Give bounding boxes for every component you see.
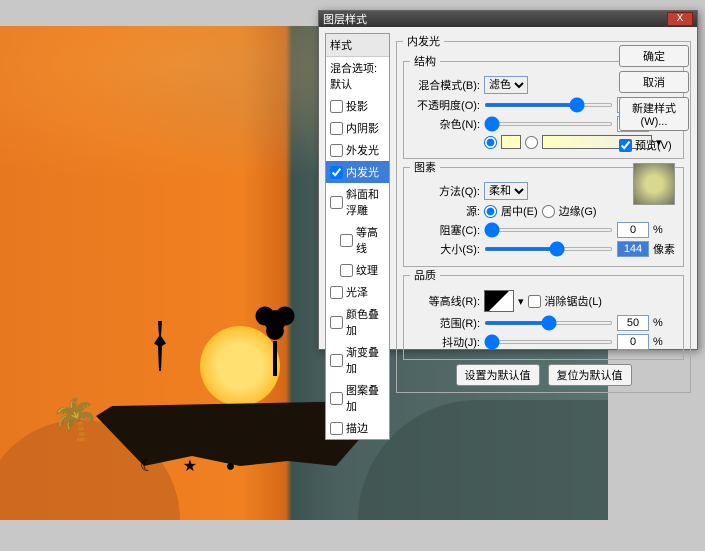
style-item-checkbox[interactable] bbox=[330, 316, 343, 329]
dialog-titlebar[interactable]: 图层样式 X bbox=[319, 11, 697, 27]
style-item-label: 图案叠加 bbox=[346, 382, 385, 414]
preview-checkbox[interactable] bbox=[619, 139, 632, 152]
style-item-label: 描边 bbox=[346, 420, 368, 436]
technique-select[interactable]: 柔和 bbox=[484, 182, 528, 200]
panel-title: 内发光 bbox=[403, 33, 444, 49]
blend-mode-label: 混合模式(B): bbox=[410, 77, 480, 93]
style-item-checkbox[interactable] bbox=[330, 196, 343, 209]
size-unit: 像素 bbox=[653, 241, 677, 257]
make-default-button[interactable]: 设置为默认值 bbox=[456, 364, 540, 386]
style-item-label: 渐变叠加 bbox=[346, 344, 385, 376]
style-item-checkbox[interactable] bbox=[330, 422, 343, 435]
style-item[interactable]: 渐变叠加 bbox=[326, 341, 389, 379]
contour-picker[interactable] bbox=[484, 290, 514, 312]
source-edge-radio[interactable] bbox=[542, 205, 555, 218]
hanging-ornaments: ☾ ★ ● bbox=[140, 456, 247, 476]
antialias-checkbox[interactable] bbox=[528, 295, 541, 308]
style-item[interactable]: 等高线 bbox=[326, 221, 389, 259]
choke-unit: % bbox=[653, 224, 677, 236]
elements-legend: 图素 bbox=[410, 159, 440, 175]
style-item[interactable]: 图案叠加 bbox=[326, 379, 389, 417]
contour-dropdown-icon[interactable]: ▾ bbox=[518, 295, 524, 308]
jitter-label: 抖动(J): bbox=[410, 334, 480, 350]
preview-checkbox-row[interactable]: 预览(V) bbox=[619, 137, 689, 153]
jitter-slider[interactable] bbox=[484, 340, 613, 344]
style-item-label: 光泽 bbox=[346, 284, 368, 300]
style-item[interactable]: 光泽 bbox=[326, 281, 389, 303]
ok-button[interactable]: 确定 bbox=[619, 45, 689, 67]
style-item-label: 内阴影 bbox=[346, 120, 379, 136]
style-item-checkbox[interactable] bbox=[330, 144, 343, 157]
source-edge-label: 边缘(G) bbox=[559, 203, 597, 219]
style-item-checkbox[interactable] bbox=[330, 392, 343, 405]
style-item-checkbox[interactable] bbox=[340, 264, 353, 277]
style-item-checkbox[interactable] bbox=[340, 234, 353, 247]
reset-default-button[interactable]: 复位为默认值 bbox=[548, 364, 632, 386]
style-item-checkbox[interactable] bbox=[330, 166, 343, 179]
noise-slider[interactable] bbox=[484, 122, 613, 126]
choke-input[interactable] bbox=[617, 222, 649, 238]
contour-label: 等高线(R): bbox=[410, 293, 480, 309]
structure-legend: 结构 bbox=[410, 53, 440, 69]
choke-label: 阻塞(C): bbox=[410, 222, 480, 238]
technique-label: 方法(Q): bbox=[410, 183, 480, 199]
source-center-label: 居中(E) bbox=[501, 203, 538, 219]
layer-style-dialog: 图层样式 X 样式 混合选项:默认 投影内阴影外发光内发光斜面和浮雕等高线纹理光… bbox=[318, 10, 698, 350]
preview-thumbnail bbox=[633, 163, 675, 205]
jitter-input[interactable] bbox=[617, 334, 649, 350]
noise-label: 杂色(N): bbox=[410, 116, 480, 132]
range-input[interactable] bbox=[617, 315, 649, 331]
style-item[interactable]: 描边 bbox=[326, 417, 389, 439]
style-item[interactable]: 外发光 bbox=[326, 139, 389, 161]
style-item[interactable]: 内阴影 bbox=[326, 117, 389, 139]
style-item-label: 斜面和浮雕 bbox=[346, 186, 385, 218]
preview-label: 预览(V) bbox=[635, 137, 672, 153]
opacity-label: 不透明度(O): bbox=[410, 97, 480, 113]
color-swatch[interactable] bbox=[501, 135, 521, 149]
person-silhouette bbox=[150, 321, 170, 371]
style-item[interactable]: 纹理 bbox=[326, 259, 389, 281]
new-style-button[interactable]: 新建样式(W)... bbox=[619, 97, 689, 131]
style-item-label: 纹理 bbox=[356, 262, 378, 278]
blend-options-default[interactable]: 混合选项:默认 bbox=[326, 57, 389, 95]
style-item-checkbox[interactable] bbox=[330, 286, 343, 299]
style-item[interactable]: 投影 bbox=[326, 95, 389, 117]
style-item-label: 投影 bbox=[346, 98, 368, 114]
style-item[interactable]: 颜色叠加 bbox=[326, 303, 389, 341]
styles-header[interactable]: 样式 bbox=[326, 34, 389, 57]
size-input[interactable] bbox=[617, 241, 649, 257]
range-slider[interactable] bbox=[484, 321, 613, 325]
dialog-right-column: 确定 取消 新建样式(W)... 预览(V) bbox=[619, 45, 689, 211]
source-label: 源: bbox=[410, 203, 480, 219]
quality-legend: 品质 bbox=[410, 267, 440, 283]
dialog-title: 图层样式 bbox=[323, 11, 667, 27]
opacity-slider[interactable] bbox=[484, 103, 613, 107]
color-gradient-radio[interactable] bbox=[525, 136, 538, 149]
choke-slider[interactable] bbox=[484, 228, 613, 232]
size-slider[interactable] bbox=[484, 247, 613, 251]
range-label: 范围(R): bbox=[410, 315, 480, 331]
close-button[interactable]: X bbox=[667, 12, 693, 26]
range-unit: % bbox=[653, 317, 677, 329]
style-item-label: 外发光 bbox=[346, 142, 379, 158]
style-list: 样式 混合选项:默认 投影内阴影外发光内发光斜面和浮雕等高线纹理光泽颜色叠加渐变… bbox=[325, 33, 390, 440]
color-solid-radio[interactable] bbox=[484, 136, 497, 149]
style-item-checkbox[interactable] bbox=[330, 354, 343, 367]
antialias-label: 消除锯齿(L) bbox=[545, 293, 602, 309]
source-center-radio[interactable] bbox=[484, 205, 497, 218]
group-quality: 品质 等高线(R): ▾ 消除锯齿(L) 范围(R): % bbox=[403, 267, 684, 360]
style-item-checkbox[interactable] bbox=[330, 100, 343, 113]
style-item-label: 颜色叠加 bbox=[346, 306, 385, 338]
style-item[interactable]: 斜面和浮雕 bbox=[326, 183, 389, 221]
style-item-label: 内发光 bbox=[346, 164, 379, 180]
style-item-label: 等高线 bbox=[356, 224, 385, 256]
palm-tree bbox=[50, 396, 80, 456]
size-label: 大小(S): bbox=[410, 241, 480, 257]
style-item-checkbox[interactable] bbox=[330, 122, 343, 135]
style-item[interactable]: 内发光 bbox=[326, 161, 389, 183]
cancel-button[interactable]: 取消 bbox=[619, 71, 689, 93]
tree-silhouette bbox=[250, 296, 300, 376]
blend-mode-select[interactable]: 滤色 bbox=[484, 76, 528, 94]
jitter-unit: % bbox=[653, 336, 677, 348]
